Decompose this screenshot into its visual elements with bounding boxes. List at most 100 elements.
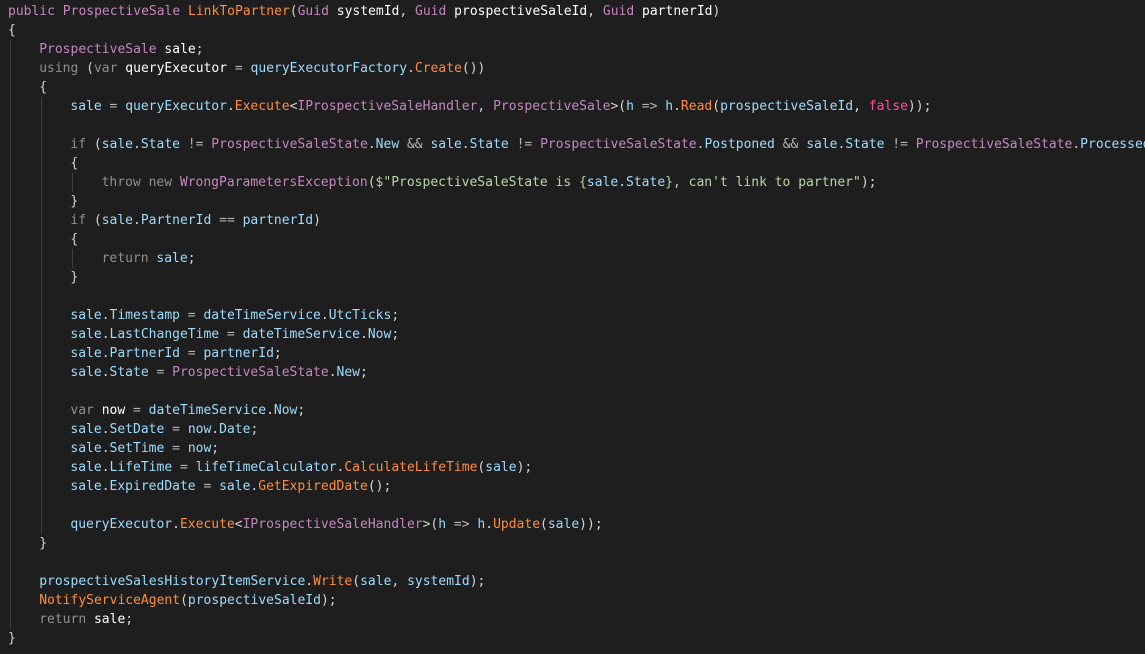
code-token: . <box>101 365 110 380</box>
code-token: if <box>70 137 94 152</box>
code-token: Execute <box>234 99 290 114</box>
code-token: >( <box>610 99 627 114</box>
code-line[interactable] <box>0 382 1145 401</box>
indent-guide <box>10 135 11 154</box>
code-line[interactable] <box>0 496 1145 515</box>
code-token: = <box>125 403 149 418</box>
code-line[interactable]: } <box>0 192 1145 211</box>
code-line[interactable]: } <box>0 534 1145 553</box>
code-token: = <box>164 422 188 437</box>
code-line[interactable]: { <box>0 78 1145 97</box>
code-line[interactable] <box>0 287 1145 306</box>
code-token: = <box>227 61 251 76</box>
code-line[interactable]: sale.SetDate = now.Date; <box>0 420 1145 439</box>
code-line[interactable]: sale.LastChangeTime = dateTimeService.No… <box>0 325 1145 344</box>
code-line[interactable]: NotifyServiceAgent(prospectiveSaleId); <box>0 591 1145 610</box>
indent-guide <box>10 173 11 192</box>
code-line[interactable]: sale = queryExecutor.Execute<IProspectiv… <box>0 97 1145 116</box>
code-token: ( <box>367 175 376 190</box>
indent-guide <box>10 534 11 553</box>
code-token: GetExpiredDate <box>258 479 368 494</box>
code-line[interactable]: throw new WrongParametersException($"Pro… <box>0 173 1145 192</box>
code-token: New <box>336 365 361 380</box>
code-token: sale <box>360 574 392 589</box>
code-token: && <box>399 137 431 152</box>
code-line[interactable]: sale.SetTime = now; <box>0 439 1145 458</box>
indent-guide <box>41 306 43 325</box>
code-token: . <box>101 422 110 437</box>
code-line[interactable]: return sale; <box>0 249 1145 268</box>
code-line[interactable]: sale.Timestamp = dateTimeService.UtcTick… <box>0 306 1145 325</box>
indent-guide <box>10 97 11 116</box>
indent-guide <box>41 211 43 230</box>
code-token: LinkToPartner <box>188 4 290 19</box>
code-line[interactable]: sale.LifeTime = lifeTimeCalculator.Calcu… <box>0 458 1145 477</box>
code-token: ()) <box>461 61 486 76</box>
code-token: . <box>101 460 110 475</box>
code-token: LifeTime <box>109 460 173 475</box>
code-token: sale <box>485 460 517 475</box>
code-line[interactable]: public ProspectiveSale LinkToPartner(Gui… <box>0 2 1145 21</box>
code-line[interactable]: queryExecutor.Execute<IProspectiveSaleHa… <box>0 515 1145 534</box>
indent-guide <box>10 325 11 344</box>
indent-guide <box>10 382 11 401</box>
indent-guide <box>10 363 11 382</box>
code-token: . <box>101 327 110 342</box>
code-token: ); <box>516 460 533 475</box>
code-line[interactable]: { <box>0 21 1145 40</box>
code-token: = <box>179 346 204 361</box>
code-token: sale <box>586 175 619 190</box>
code-token: = <box>179 308 204 323</box>
code-token: sale <box>219 479 251 494</box>
code-token: { <box>70 156 79 171</box>
code-line[interactable]: sale.ExpiredDate = sale.GetExpiredDate()… <box>0 477 1145 496</box>
code-token: . <box>101 441 110 456</box>
code-line[interactable]: if (sale.PartnerId == partnerId) <box>0 211 1145 230</box>
code-token: )); <box>907 99 932 114</box>
indent-guide <box>41 496 43 515</box>
code-line[interactable]: if (sale.State != ProspectiveSaleState.N… <box>0 135 1145 154</box>
code-token: , <box>391 574 408 589</box>
code-token: now <box>187 441 212 456</box>
code-line[interactable]: sale.PartnerId = partnerId; <box>0 344 1145 363</box>
indent-guide <box>10 116 11 135</box>
code-line[interactable]: using (var queryExecutor = queryExecutor… <box>0 59 1145 78</box>
code-line[interactable] <box>0 553 1145 572</box>
code-token: if <box>70 213 94 228</box>
code-line[interactable]: var now = dateTimeService.Now; <box>0 401 1145 420</box>
code-token: queryExecutorFactory <box>250 61 408 76</box>
code-token: . <box>618 175 627 190</box>
code-line[interactable]: sale.State = ProspectiveSaleState.New; <box>0 363 1145 382</box>
code-token: sale <box>70 460 102 475</box>
code-line[interactable]: return sale; <box>0 610 1145 629</box>
code-token: ; <box>211 441 220 456</box>
code-line[interactable]: ProspectiveSale sale; <box>0 40 1145 59</box>
indent-guide <box>41 192 43 211</box>
code-token: ( <box>93 137 102 152</box>
code-token: => <box>446 517 478 532</box>
code-token: sale <box>547 517 580 532</box>
indent-guide <box>41 420 43 439</box>
code-token: Date <box>219 422 251 437</box>
code-token: ; <box>391 327 400 342</box>
code-line[interactable]: { <box>0 230 1145 249</box>
code-token: ProspectiveSale <box>493 99 611 114</box>
code-token: sale <box>430 137 462 152</box>
code-token: = <box>148 365 173 380</box>
indent-guide <box>10 230 11 249</box>
code-line[interactable] <box>0 116 1145 135</box>
code-line[interactable]: } <box>0 629 1145 648</box>
code-editor[interactable]: public ProspectiveSale LinkToPartner(Gui… <box>0 0 1145 654</box>
code-token: Update <box>493 517 541 532</box>
code-token: ( <box>352 574 361 589</box>
code-token: SetDate <box>109 422 165 437</box>
code-token: sale <box>156 251 188 266</box>
code-line[interactable]: prospectiveSalesHistoryItemService.Write… <box>0 572 1145 591</box>
code-token: sale <box>93 612 126 627</box>
code-line[interactable]: { <box>0 154 1145 173</box>
code-line[interactable]: } <box>0 268 1145 287</box>
code-token: )); <box>579 517 603 532</box>
code-token: . <box>320 308 329 323</box>
code-token: { <box>70 232 79 247</box>
code-token: CalculateLifeTime <box>344 460 478 475</box>
